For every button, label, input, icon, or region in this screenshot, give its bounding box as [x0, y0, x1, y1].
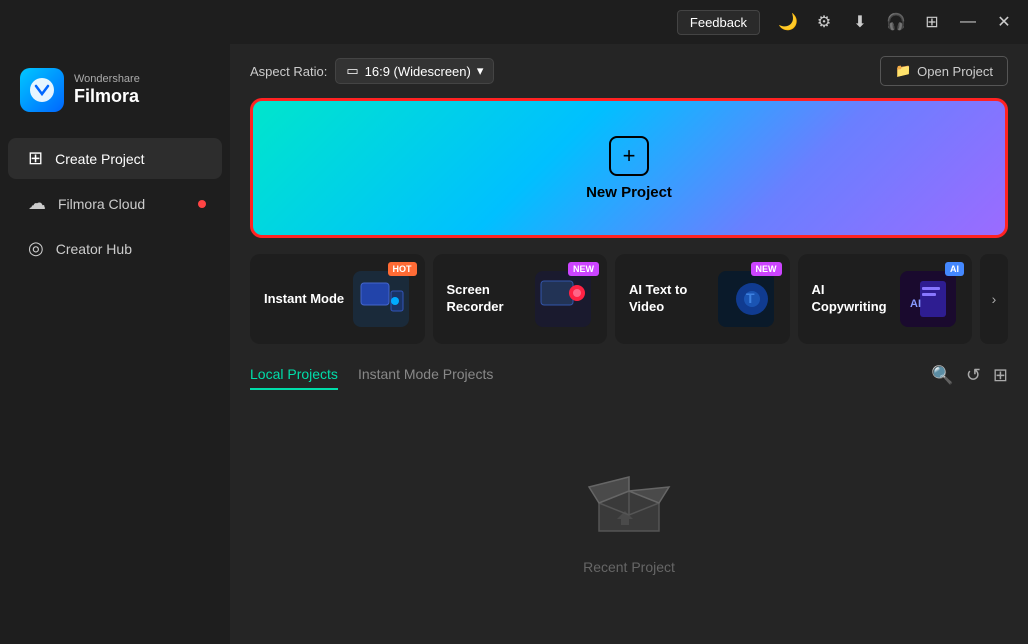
- feature-tiles: Instant Mode HOT Screen Recorder: [230, 238, 1028, 352]
- feature-tile-instant-mode[interactable]: Instant Mode HOT: [250, 254, 425, 344]
- sidebar-item-label: Filmora Cloud: [58, 196, 145, 212]
- feature-tile-name: AI Copywriting: [812, 282, 899, 316]
- empty-box-icon: [579, 463, 679, 543]
- close-button[interactable]: ✕: [988, 6, 1020, 38]
- monitor-icon: ▭: [346, 63, 358, 79]
- tabs-actions: 🔍 ↺ ⊞: [931, 365, 1008, 386]
- feature-tile-ai-text-to-video[interactable]: AI Text to Video T NEW: [615, 254, 790, 344]
- app-logo: [20, 68, 64, 112]
- create-project-icon: ⊞: [28, 148, 43, 169]
- chevron-down-icon: ▾: [477, 63, 484, 79]
- ai-badge: AI: [945, 262, 964, 276]
- tab-instant-mode-projects[interactable]: Instant Mode Projects: [358, 360, 493, 390]
- sidebar-item-filmora-cloud[interactable]: ☁ Filmora Cloud: [8, 183, 222, 224]
- aspect-ratio-label: Aspect Ratio:: [250, 64, 327, 79]
- feature-tile-name: Screen Recorder: [447, 282, 534, 316]
- new-badge: NEW: [568, 262, 599, 276]
- recent-project-label: Recent Project: [583, 559, 675, 575]
- more-tiles-button[interactable]: ›: [980, 254, 1008, 344]
- folder-icon: 📁: [895, 63, 911, 79]
- sidebar-item-label: Creator Hub: [56, 241, 132, 257]
- sidebar-item-creator-hub[interactable]: ◎ Creator Hub: [8, 228, 222, 269]
- settings-icon[interactable]: ⚙: [808, 6, 840, 38]
- empty-state: Recent Project: [230, 394, 1028, 644]
- open-project-button[interactable]: 📁 Open Project: [880, 56, 1008, 86]
- theme-toggle-icon[interactable]: 🌙: [772, 6, 804, 38]
- tab-local-projects[interactable]: Local Projects: [250, 360, 338, 390]
- search-icon[interactable]: 🔍: [931, 365, 953, 386]
- instant-mode-image: [351, 269, 411, 329]
- feature-tile-ai-copywriting[interactable]: AI Copywriting AI AI: [798, 254, 973, 344]
- feature-tile-screen-recorder[interactable]: Screen Recorder NEW: [433, 254, 608, 344]
- hot-badge: HOT: [388, 262, 417, 276]
- feedback-button[interactable]: Feedback: [677, 10, 760, 35]
- support-icon[interactable]: 🎧: [880, 6, 912, 38]
- grid-icon[interactable]: ⊞: [916, 6, 948, 38]
- main-layout: Wondershare Filmora ⊞ Create Project ☁ F…: [0, 44, 1028, 644]
- notification-dot: [198, 200, 206, 208]
- refresh-icon[interactable]: ↺: [966, 365, 981, 386]
- feature-tile-name: Instant Mode: [264, 291, 344, 308]
- aspect-ratio-dropdown[interactable]: ▭ 16:9 (Widescreen) ▾: [335, 58, 494, 84]
- aspect-ratio-selector: Aspect Ratio: ▭ 16:9 (Widescreen) ▾: [250, 58, 494, 84]
- product-name: Filmora: [74, 86, 140, 108]
- creator-hub-icon: ◎: [28, 238, 44, 259]
- brand-name: Wondershare: [74, 73, 140, 86]
- logo-text: Wondershare Filmora: [74, 73, 140, 108]
- aspect-ratio-value: 16:9 (Widescreen): [365, 64, 471, 79]
- ai-copywriting-image: AI: [898, 269, 958, 329]
- new-project-label: New Project: [586, 184, 672, 201]
- screen-recorder-image: [533, 269, 593, 329]
- new-project-plus-icon: +: [609, 136, 649, 176]
- minimize-button[interactable]: —: [952, 6, 984, 38]
- svg-text:AI: AI: [910, 298, 921, 310]
- feature-tile-name: AI Text to Video: [629, 282, 716, 316]
- projects-tabs: Local Projects Instant Mode Projects 🔍 ↺…: [230, 352, 1028, 394]
- grid-view-icon[interactable]: ⊞: [993, 365, 1008, 386]
- sidebar-item-label: Create Project: [55, 151, 144, 167]
- filmora-cloud-icon: ☁: [28, 193, 46, 214]
- logo-area: Wondershare Filmora: [0, 60, 230, 136]
- new-badge: NEW: [751, 262, 782, 276]
- new-project-banner[interactable]: + New Project: [250, 98, 1008, 238]
- ai-text-video-image: T: [716, 269, 776, 329]
- sidebar: Wondershare Filmora ⊞ Create Project ☁ F…: [0, 44, 230, 644]
- open-project-label: Open Project: [917, 64, 993, 79]
- download-icon[interactable]: ⬇: [844, 6, 876, 38]
- toolbar: Aspect Ratio: ▭ 16:9 (Widescreen) ▾ 📁 Op…: [230, 44, 1028, 98]
- titlebar: Feedback 🌙 ⚙ ⬇ 🎧 ⊞ — ✕: [0, 0, 1028, 44]
- sidebar-item-create-project[interactable]: ⊞ Create Project: [8, 138, 222, 179]
- content-area: Aspect Ratio: ▭ 16:9 (Widescreen) ▾ 📁 Op…: [230, 44, 1028, 644]
